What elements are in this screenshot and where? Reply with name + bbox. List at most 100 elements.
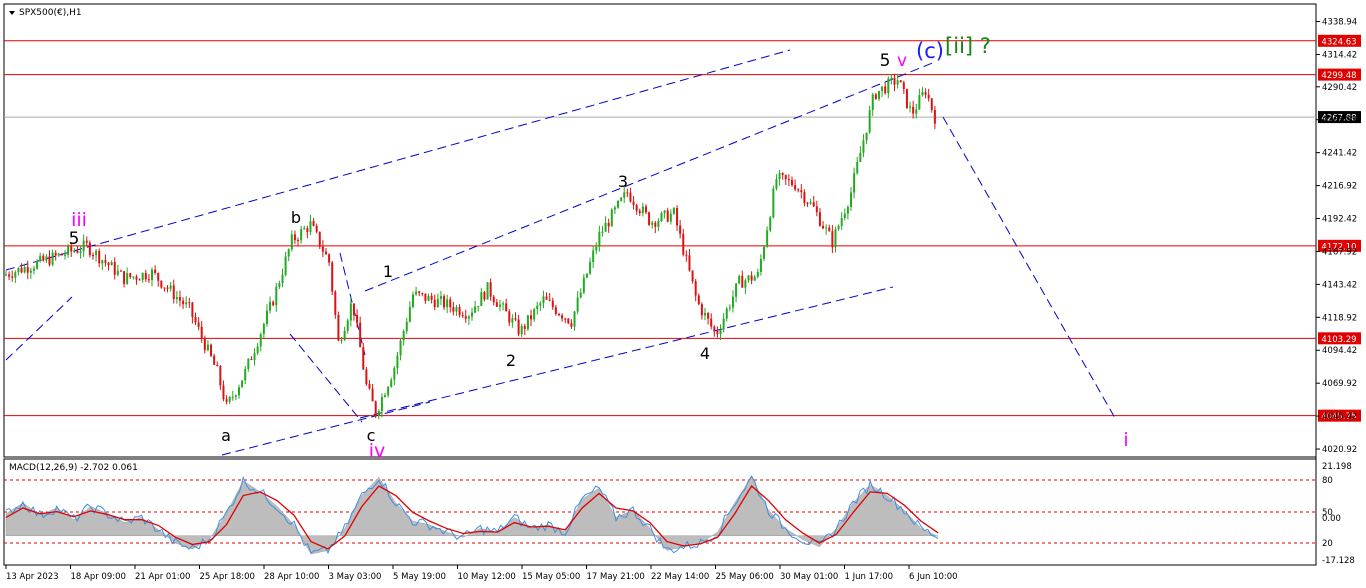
candle-body [837,225,840,230]
candle-body [893,77,896,85]
candle-body [433,299,436,308]
candle-body [116,270,119,275]
time-tick-label: 13 Apr 2023 [6,572,59,582]
candle-body [899,80,902,83]
candle-body [710,318,713,327]
time-tick-label: 1 Jun 17:00 [845,572,894,582]
candle-body [147,279,150,281]
candle-body [359,322,362,348]
time-tick-label: 6 Jun 10:00 [909,572,958,582]
candle-body [337,314,340,341]
candle-body [825,227,828,229]
candle-body [315,225,318,232]
candle-body [160,280,163,288]
candle-body [324,251,327,255]
candle-body [874,94,877,99]
dropdown-arrow-icon[interactable] [9,11,15,15]
candle-body [54,252,57,256]
candle-body [828,227,831,232]
candle-body [238,387,240,396]
candle-body [539,303,542,306]
candle-body [206,344,209,351]
candle-body [930,98,933,110]
candle-body [862,140,865,153]
candle-body [505,303,508,312]
channel-line [942,116,1116,419]
macd-tick-label: 20 [1322,539,1333,549]
candle-body [725,308,728,319]
candle-body [579,292,582,298]
candle-body [763,246,766,259]
candle-body [610,209,613,227]
macd-tick-label: -17.128 [1322,556,1355,566]
candle-body [436,298,439,308]
candle-body [82,240,85,252]
candle-body [806,202,809,204]
candle-body [666,210,669,222]
candle-body [91,255,94,257]
candle-body [303,228,306,230]
price-level-label: 4103.29 [1321,335,1356,345]
candle-body [300,229,303,241]
candle-body [380,396,383,411]
candle-body [775,179,778,189]
candle-body [803,192,806,203]
candle-body [498,304,501,307]
candle-body [411,294,414,307]
candle-body [877,90,880,99]
candle-body [247,358,250,370]
candle-body [225,399,228,402]
candle-body [328,254,331,263]
price-tick-label: 4167.92 [1322,247,1357,257]
candle-body [104,260,107,263]
candle-body [850,192,853,207]
candle-body [449,299,452,308]
candle-body [452,307,455,312]
candle-body [561,315,564,319]
candle-body [11,276,14,278]
candle-body [526,315,529,329]
candle-body [598,231,601,247]
candle-body [464,316,467,319]
candle-body [393,368,396,380]
candle-body [36,261,39,269]
candle-body [312,221,315,226]
candle-body [741,275,744,288]
candle-body [461,315,464,317]
candle-body [784,174,787,180]
candle-body [362,347,365,370]
candle-body [654,222,657,227]
candle-body [682,233,685,255]
price-tick-label: 4143.42 [1322,280,1357,290]
candle-body [585,273,588,278]
candle-body [343,330,346,341]
wave-labels: iii5abciv12345 v (c) [ii] ?i [69,34,1129,462]
candle-body [467,316,470,319]
candle-body [101,260,104,264]
channel-line [364,61,936,292]
wave-label: 5 [880,51,891,71]
candle-body [483,292,486,300]
candle-body [60,253,63,256]
candle-body [766,230,769,247]
wave-label: iv [369,440,386,462]
candle-body [859,152,862,162]
candle-body [533,309,536,320]
candle-body [753,276,756,281]
wave-label: 4 [700,344,710,363]
price-level-label: 4299.48 [1321,71,1356,81]
candle-body [163,287,166,289]
candle-body [536,305,539,310]
candle-body [508,311,511,323]
candle-body [471,312,473,317]
candle-body [722,318,725,330]
wave-label: (c) [916,39,944,63]
time-tick-label: 18 Apr 09:00 [71,572,126,582]
channel-line [5,296,73,361]
candle-body [542,296,545,304]
candle-body [141,272,144,281]
candle-body [551,300,554,308]
candle-body [772,188,775,218]
wave-label: 5 [69,229,80,249]
candle-body [377,410,380,417]
